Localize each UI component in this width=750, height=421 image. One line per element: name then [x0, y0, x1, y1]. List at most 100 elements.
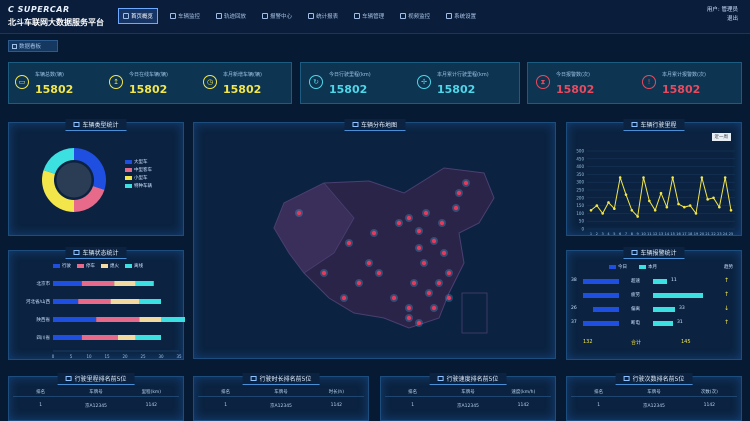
- alarm-right-bar: [653, 293, 703, 298]
- x-tick-label: 10: [641, 232, 645, 236]
- bar-segment: [139, 299, 161, 304]
- panel-title: 车辆类型统计: [65, 119, 127, 131]
- alarm-footer-mid: 合计: [631, 340, 642, 346]
- china-map[interactable]: [194, 123, 557, 360]
- nav-item-2[interactable]: 轨迹回放: [212, 8, 250, 24]
- nav-item-4[interactable]: 统计报表: [304, 8, 342, 24]
- data-point: [613, 207, 616, 211]
- kpi-value: 15802: [35, 83, 74, 96]
- nav-item-3[interactable]: 报警中心: [258, 8, 296, 24]
- x-tick-label: 7: [625, 232, 627, 236]
- kpi-group-vehicles: ▭ 车辆总数(辆) 15802 ↥ 今日在线车辆(辆) 15802 ◷ 本月新增…: [8, 62, 292, 104]
- alarm-footer: 132 合计 145: [567, 339, 743, 349]
- legend-item[interactable]: 行驶: [53, 263, 71, 269]
- chart-icon: [65, 376, 72, 381]
- trend-arrow-icon: ↑: [723, 291, 729, 298]
- cell-plate: 京A12345: [270, 404, 292, 409]
- legend-item[interactable]: 离线: [125, 263, 143, 269]
- x-tick-label: 3: [602, 232, 604, 236]
- donut-center: [55, 161, 93, 199]
- breadcrumb[interactable]: 数据看板: [8, 40, 58, 52]
- col-value: 时长(h): [328, 390, 344, 395]
- map-pin: [406, 215, 412, 221]
- bar-segment: [135, 281, 154, 286]
- x-tick-label: 4: [607, 232, 610, 236]
- nav-item-7[interactable]: 系统设置: [442, 8, 480, 24]
- bar-segment: [53, 299, 79, 304]
- status-legend: 行驶 停车 熄火 离线: [53, 263, 143, 271]
- trend-line-chart: 0501001502002503003504004505001 2 3 4 5 6 7 8 9 1…: [576, 149, 735, 236]
- legend-label: 熄火: [110, 264, 119, 269]
- table-row[interactable]: 1 京A12345 1142: [385, 403, 551, 411]
- alarm-right-bar: [653, 307, 675, 312]
- data-point: [712, 196, 715, 200]
- cell-rank: 1: [597, 403, 601, 408]
- y-tick-label: 350: [576, 172, 584, 177]
- col-value: 次数(次): [700, 390, 718, 395]
- cell-value: 1142: [330, 403, 343, 408]
- nav-label: 车辆管理: [362, 14, 385, 20]
- alarm-label: 断电: [631, 321, 640, 326]
- data-point: [688, 204, 692, 207]
- panel-trend: 车辆行驶里程 近一周 0 50 100 150 200 250 300 350 400 450 50…: [566, 119, 742, 236]
- legend-swatch: [101, 264, 108, 268]
- category-label: 河北省/山西: [26, 298, 51, 305]
- panel-title: 车辆行驶里程: [623, 119, 685, 131]
- x-tick-label: 21: [705, 232, 709, 236]
- legend-item[interactable]: 特种车辆: [125, 183, 152, 189]
- status-stacked-bar: 北京市河北省/山西陕西省四川省 0 5 10 15 20 25 30 35: [26, 280, 185, 359]
- table-row[interactable]: 1 京A12345 1142: [198, 403, 364, 411]
- kpi-value: 15802: [129, 83, 168, 96]
- data-point: [718, 205, 721, 209]
- panel-title: 车辆状态统计: [65, 247, 127, 259]
- legend-item[interactable]: 大型车: [125, 159, 152, 165]
- legend-swatch: [53, 264, 60, 268]
- legend-item[interactable]: 熄火: [101, 263, 119, 269]
- trend-arrow-icon: ↑: [723, 319, 729, 326]
- nav-label: 首页概览: [131, 14, 154, 20]
- x-tick-label: 18: [688, 232, 692, 236]
- panel-title-text: 车辆报警统计: [640, 250, 677, 257]
- nav-item-5[interactable]: 车辆管理: [350, 8, 388, 24]
- alarm-label: 偏离: [631, 307, 640, 312]
- track-icon: [216, 13, 223, 19]
- alarm-right-value: 31: [677, 320, 683, 325]
- col-value: 里程(km): [141, 390, 162, 395]
- bar-segment: [161, 317, 185, 322]
- alarm-right-value: 33: [679, 306, 685, 311]
- legend-swatch: [125, 176, 132, 180]
- map-pin: [421, 260, 427, 266]
- legend-swatch: [125, 168, 132, 172]
- kpi-label: 今日在线车辆(辆): [129, 72, 168, 78]
- map-pin: [431, 238, 437, 244]
- y-tick-label: 500: [576, 149, 584, 154]
- legend-item[interactable]: 中型客车: [125, 167, 152, 173]
- cell-plate: 京A12345: [85, 404, 107, 409]
- bar-segment: [96, 317, 140, 322]
- main-nav: 首页概览 车辆监控 轨迹回放 报警中心 统计报表 车辆管理 视频监控 系统设置: [118, 8, 488, 24]
- table-row[interactable]: 1 京A12345 1142: [571, 403, 737, 411]
- table-row[interactable]: 1 京A12345 1142: [13, 403, 179, 411]
- user-name[interactable]: 用户: 管理员: [707, 6, 738, 15]
- alarm-col-status: 趋势: [724, 265, 733, 270]
- col-rank: 排名: [221, 390, 231, 395]
- legend-item[interactable]: 小型车: [125, 175, 152, 181]
- kpi-value: 15802: [223, 83, 262, 96]
- map-pin: [441, 250, 447, 256]
- nav-item-1[interactable]: 车辆监控: [166, 8, 204, 24]
- legend-swatch: [77, 264, 84, 268]
- data-point: [723, 176, 727, 179]
- nav-item-6[interactable]: 视频监控: [396, 8, 434, 24]
- col-plate: 车牌号: [461, 390, 475, 395]
- x-tick-label: 20: [700, 232, 704, 236]
- chart-icon: [437, 376, 444, 381]
- panel-rank-duration: 行驶时长排名前5位 排名 车牌号 时长(h) 1 京A12345 1142: [193, 373, 369, 421]
- nav-item-0[interactable]: 首页概览: [118, 8, 159, 24]
- legend-item[interactable]: 停车: [77, 263, 95, 269]
- logout-link[interactable]: 退出: [707, 15, 738, 24]
- data-point: [601, 212, 604, 215]
- x-tick-label: 35: [176, 354, 182, 359]
- cell-value: 1142: [703, 403, 716, 408]
- map-pin: [376, 270, 382, 276]
- nav-label: 统计报表: [316, 14, 339, 20]
